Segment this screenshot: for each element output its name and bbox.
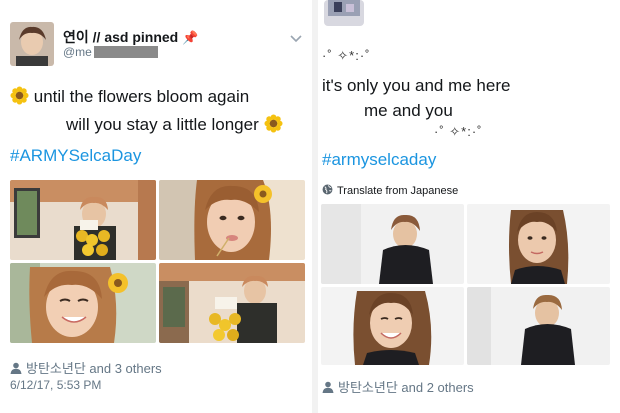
handle-text: @me (63, 45, 92, 59)
person-icon (322, 381, 334, 393)
sunflower-icon (263, 114, 283, 133)
sparkle-bottom: ·˚ ✧*:·˚ (434, 124, 483, 139)
photo-1[interactable] (321, 204, 464, 284)
chevron-down-icon[interactable] (290, 30, 302, 46)
photo-4[interactable] (159, 263, 305, 343)
hashtag-link[interactable]: #ARMYSelcaDay (10, 146, 141, 166)
translate-link[interactable]: Translate from Japanese (322, 184, 458, 197)
globe-icon (322, 184, 333, 195)
tweet-line-2: will you stay a little longer (66, 114, 283, 135)
person-icon (10, 362, 22, 374)
sunflower-icon (10, 86, 29, 105)
photo-4[interactable] (467, 287, 610, 365)
photo-1[interactable] (10, 180, 156, 260)
hashtag-link[interactable]: #armyselcaday (322, 150, 436, 170)
translate-text: Translate from Japanese (337, 185, 459, 197)
tweet-line-1-text: until the flowers bloom again (33, 87, 250, 106)
sparkle-top: ·˚ ✧*:·˚ (322, 48, 371, 63)
tagged-people-text: 방탄소년단 and 3 others (26, 361, 162, 376)
photo-3[interactable] (10, 263, 156, 343)
display-name[interactable]: 연이 // asd pinned 📌 (63, 27, 198, 47)
pin-icon: 📌 (182, 30, 199, 45)
tagged-people-text: 방탄소년단 and 2 others (338, 380, 474, 395)
tagged-people[interactable]: 방탄소년단 and 2 others (322, 377, 474, 396)
right-tweet: ·˚ ✧*:·˚ it's only you and me here me an… (318, 0, 620, 413)
photo-3[interactable] (321, 287, 464, 365)
tagged-people[interactable]: 방탄소년단 and 3 others (10, 358, 162, 377)
right-tweet-line-2: me and you (364, 101, 453, 120)
photo-2[interactable] (467, 204, 610, 284)
photo-2[interactable] (159, 180, 305, 260)
right-tweet-line-1: it's only you and me here (322, 76, 511, 95)
redaction-bar (93, 46, 158, 58)
tweet-line-2-text: will you stay a little longer (66, 115, 259, 134)
timestamp[interactable]: 6/12/17, 5:53 PM (10, 378, 101, 392)
avatar-cropped[interactable] (324, 0, 364, 26)
handle[interactable]: @me (63, 45, 158, 59)
tweet-line-1: until the flowers bloom again (10, 86, 249, 107)
avatar[interactable] (10, 22, 54, 66)
left-tweet: 연이 // asd pinned 📌 @me until the flowers … (0, 0, 312, 413)
display-name-text: 연이 // asd pinned (63, 29, 179, 45)
